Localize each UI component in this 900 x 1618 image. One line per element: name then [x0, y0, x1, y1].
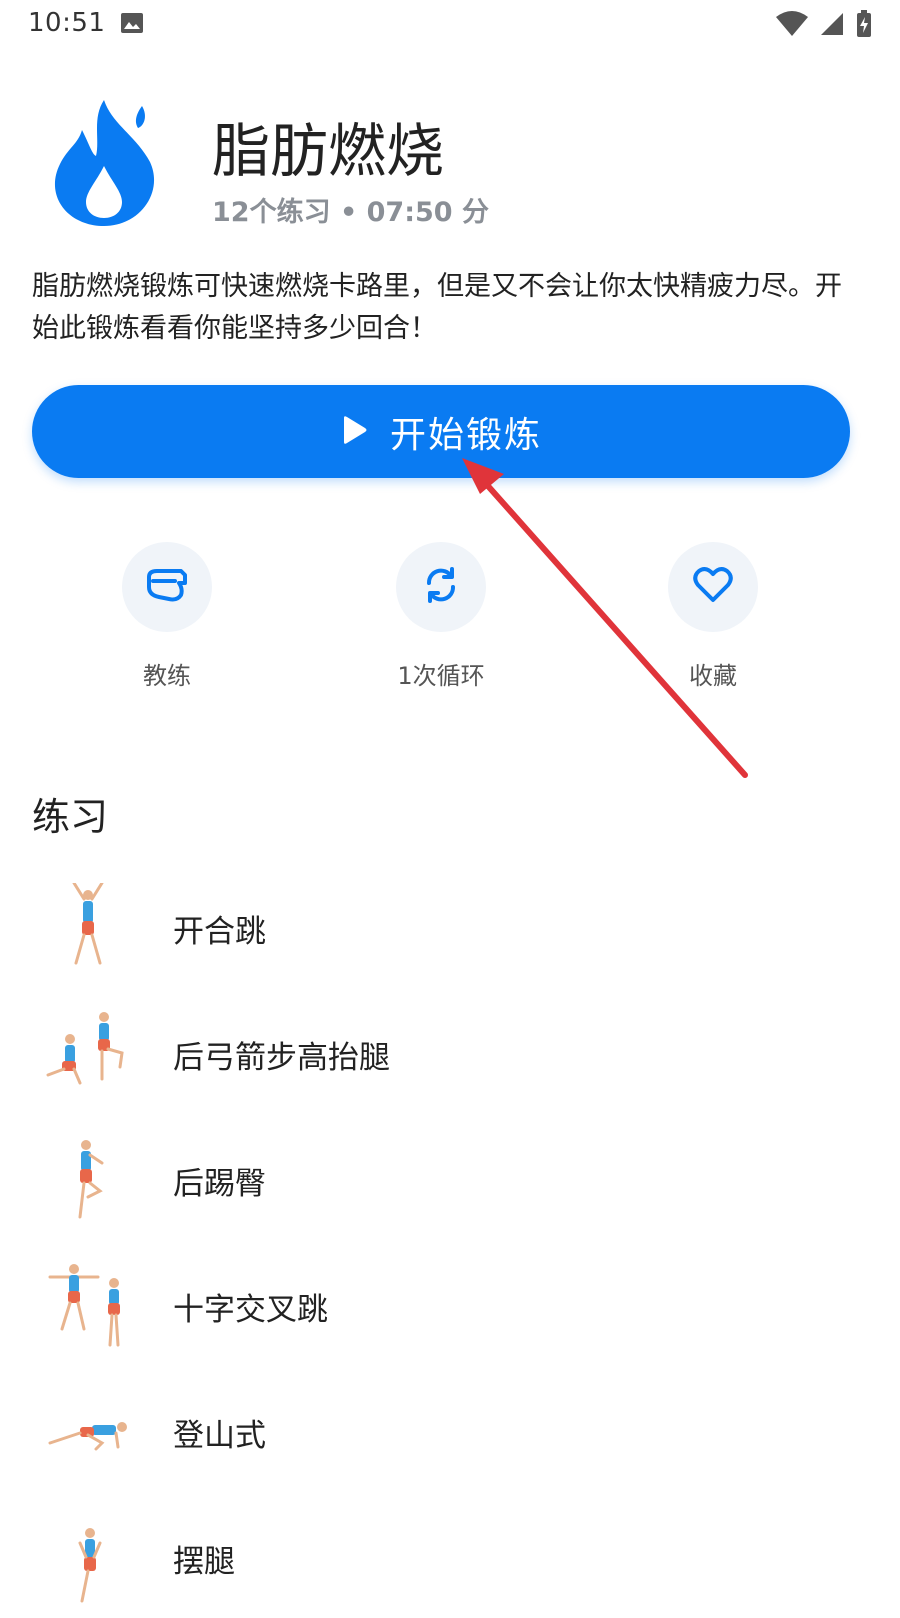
repeat-icon-circle	[396, 542, 486, 632]
leg-swing-figure-icon	[44, 1513, 134, 1603]
heart-icon	[693, 567, 733, 607]
exercise-name: 摆腿	[173, 1543, 235, 1580]
status-time: 10:51	[28, 8, 106, 38]
repeat-icon	[421, 565, 461, 609]
play-icon	[340, 415, 368, 449]
workout-meta: 12个练习 • 07:50 分	[212, 197, 489, 228]
exercise-row[interactable]: 摆腿	[0, 1498, 900, 1618]
repeat-label: 1次循环	[397, 662, 485, 690]
signal-icon	[820, 12, 844, 40]
exercise-row[interactable]: 后弓箭步高抬腿	[0, 994, 900, 1114]
wifi-icon	[776, 11, 808, 41]
repeat-button[interactable]: 1次循环	[351, 542, 531, 691]
page-title: 脂肪燃烧	[212, 117, 445, 185]
coach-button[interactable]: 教练	[77, 542, 257, 691]
image-icon	[120, 12, 144, 38]
battery-icon	[856, 10, 872, 42]
exercises-section-title: 练习	[32, 795, 109, 839]
exercise-name: 登山式	[173, 1417, 266, 1454]
whistle-icon	[145, 567, 189, 607]
exercise-row[interactable]: 十字交叉跳	[0, 1246, 900, 1366]
coach-label: 教练	[143, 662, 191, 690]
flame-icon	[52, 96, 156, 228]
exercise-name: 后弓箭步高抬腿	[173, 1039, 390, 1076]
cross-jack-figure-icon	[44, 1261, 134, 1351]
start-workout-button[interactable]: 开始锻炼	[32, 385, 850, 478]
exercise-row[interactable]: 登山式	[0, 1372, 900, 1492]
butt-kick-figure-icon	[44, 1135, 134, 1225]
favorite-label: 收藏	[689, 662, 737, 690]
mountain-climber-figure-icon	[44, 1387, 134, 1477]
jumping-jack-figure-icon	[44, 881, 134, 973]
start-workout-label: 开始锻炼	[389, 414, 542, 456]
exercise-row[interactable]: 后踢臀	[0, 1120, 900, 1240]
coach-icon-circle	[122, 542, 212, 632]
favorite-button[interactable]: 收藏	[623, 542, 803, 691]
exercise-name: 后踢臀	[173, 1165, 266, 1202]
workout-description: 脂肪燃烧锻炼可快速燃烧卡路里，但是又不会让你太快精疲力尽。开始此锻炼看看你能坚持…	[32, 271, 842, 344]
exercise-row[interactable]: 开合跳	[0, 868, 900, 988]
exercise-name: 开合跳	[173, 913, 266, 950]
lunge-knee-figure-icon	[44, 1009, 134, 1099]
exercise-name: 十字交叉跳	[173, 1291, 328, 1328]
status-icons	[776, 10, 872, 42]
favorite-icon-circle	[668, 542, 758, 632]
